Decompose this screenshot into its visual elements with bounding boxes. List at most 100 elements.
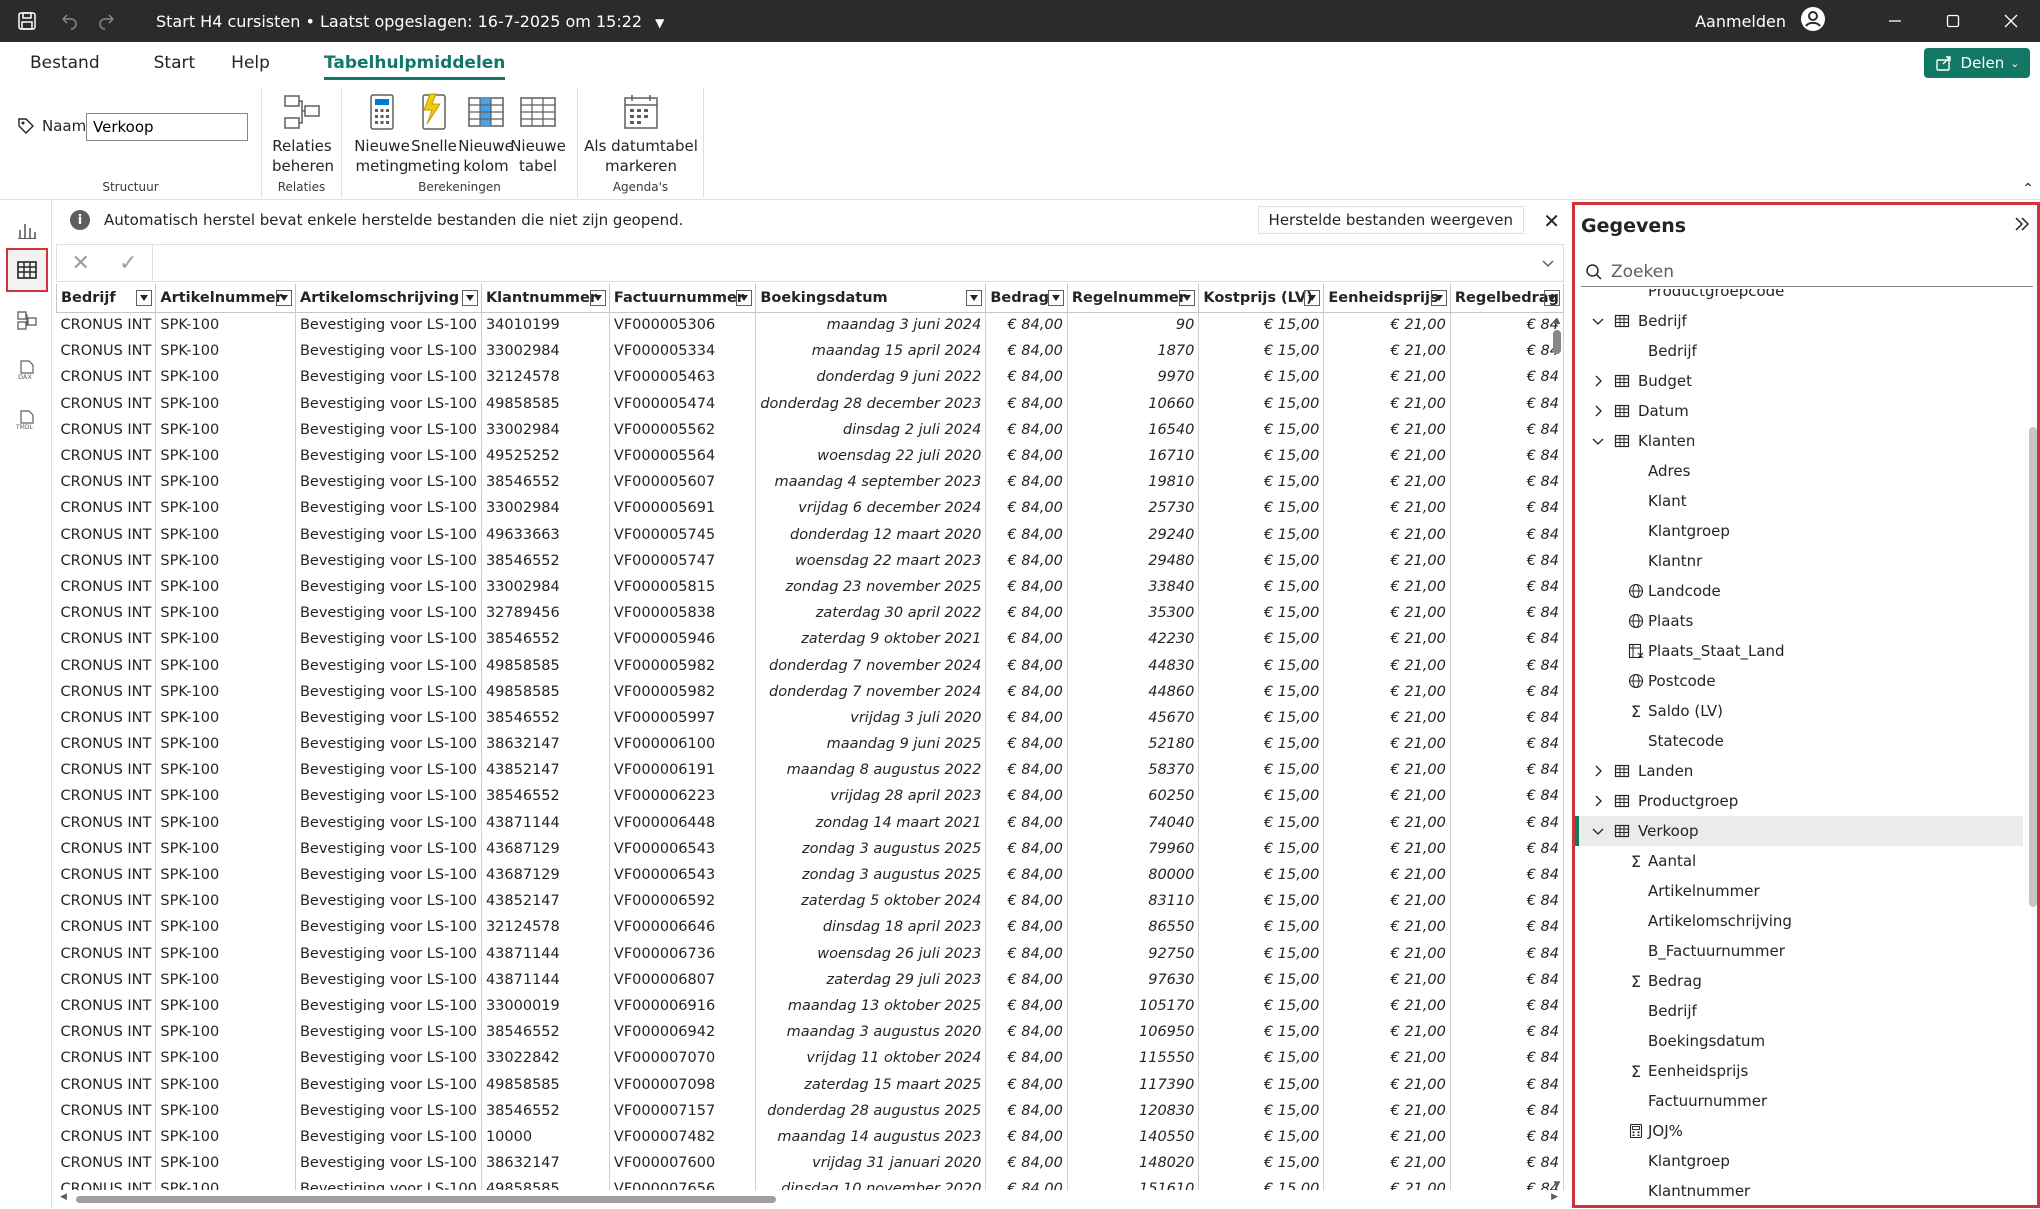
- table-cell[interactable]: CRONUS INT: [56, 416, 157, 443]
- table-cell[interactable]: € 84,00: [985, 888, 1068, 915]
- table-cell[interactable]: € 21,00: [1323, 1176, 1451, 1190]
- report-view-icon[interactable]: [6, 208, 48, 252]
- table-cell[interactable]: 16710: [1067, 442, 1200, 470]
- table-cell[interactable]: € 21,00: [1323, 1123, 1451, 1150]
- chevron-down-icon[interactable]: [1591, 314, 1605, 328]
- table-cell[interactable]: € 15,00: [1198, 914, 1325, 941]
- tree-field-item[interactable]: Productgroepcode: [1575, 289, 2023, 306]
- table-cell[interactable]: € 21,00: [1323, 888, 1451, 915]
- table-cell[interactable]: 106950: [1067, 1019, 1200, 1046]
- table-cell[interactable]: € 84: [1450, 312, 1564, 339]
- table-cell[interactable]: CRONUS INT: [56, 914, 157, 941]
- table-cell[interactable]: € 84,00: [985, 1071, 1068, 1098]
- table-cell[interactable]: CRONUS INT: [56, 888, 157, 915]
- table-cell[interactable]: € 84,00: [985, 757, 1068, 784]
- table-cell[interactable]: € 84,00: [985, 731, 1068, 758]
- table-cell[interactable]: SPK-100: [155, 1123, 296, 1150]
- table-cell[interactable]: € 21,00: [1323, 521, 1451, 548]
- table-cell[interactable]: maandag 3 augustus 2020: [755, 1019, 987, 1046]
- table-cell[interactable]: 38632147: [481, 731, 610, 758]
- tree-field-item[interactable]: Statecode: [1575, 726, 2023, 756]
- table-cell[interactable]: 38546552: [481, 1019, 610, 1046]
- table-cell[interactable]: € 15,00: [1198, 783, 1325, 810]
- table-cell[interactable]: € 84,00: [985, 1019, 1068, 1046]
- table-cell[interactable]: donderdag 9 juni 2022: [755, 364, 987, 391]
- table-cell[interactable]: 49633663: [481, 521, 610, 548]
- tree-table-item[interactable]: Landen: [1575, 756, 2023, 786]
- table-row[interactable]: CRONUS INT SPK-100 Bevestiging voor LS-100…: [56, 521, 1564, 548]
- table-cell[interactable]: € 15,00: [1198, 966, 1325, 993]
- table-cell[interactable]: CRONUS INT: [56, 861, 157, 889]
- table-cell[interactable]: € 15,00: [1198, 652, 1325, 679]
- chevron-down-icon[interactable]: [1591, 824, 1605, 838]
- table-cell[interactable]: 9970: [1067, 364, 1200, 391]
- table-cell[interactable]: € 21,00: [1323, 442, 1451, 470]
- table-row[interactable]: CRONUS INT SPK-100 Bevestiging voor LS-100…: [56, 1019, 1564, 1046]
- table-cell[interactable]: VF000007482: [609, 1123, 757, 1150]
- table-cell[interactable]: 105170: [1067, 992, 1200, 1020]
- redo-icon[interactable]: [94, 8, 120, 34]
- table-cell[interactable]: € 84: [1450, 442, 1564, 470]
- table-cell[interactable]: CRONUS INT: [56, 678, 157, 705]
- table-cell[interactable]: Bevestiging voor LS-100: [295, 1176, 482, 1190]
- new-measure-button[interactable]: Nieuwe meting: [354, 92, 410, 176]
- filter-dropdown-icon[interactable]: [1544, 290, 1560, 306]
- filter-dropdown-icon[interactable]: [461, 290, 478, 306]
- table-cell[interactable]: 83110: [1067, 888, 1200, 915]
- tree-field-item[interactable]: Klantgroep: [1575, 516, 2023, 546]
- table-cell[interactable]: € 15,00: [1198, 888, 1325, 915]
- table-cell[interactable]: € 15,00: [1198, 469, 1325, 496]
- tree-field-item[interactable]: Bedrijf: [1575, 336, 2023, 366]
- table-cell[interactable]: € 21,00: [1323, 783, 1451, 810]
- table-row[interactable]: CRONUS INT SPK-100 Bevestiging voor LS-100…: [56, 1045, 1564, 1072]
- table-cell[interactable]: VF000005982: [609, 652, 757, 679]
- table-cell[interactable]: € 15,00: [1198, 1071, 1325, 1098]
- table-cell[interactable]: € 84: [1450, 600, 1564, 627]
- table-cell[interactable]: € 21,00: [1323, 835, 1451, 862]
- table-cell[interactable]: CRONUS INT: [56, 442, 157, 470]
- table-cell[interactable]: 49858585: [481, 390, 610, 417]
- table-cell[interactable]: € 21,00: [1323, 861, 1451, 889]
- table-cell[interactable]: 38632147: [481, 1150, 610, 1177]
- table-cell[interactable]: CRONUS INT: [56, 547, 157, 574]
- table-cell[interactable]: SPK-100: [155, 600, 296, 627]
- chevron-down-icon[interactable]: [1591, 434, 1605, 448]
- table-cell[interactable]: Bevestiging voor LS-100: [295, 888, 482, 915]
- table-cell[interactable]: 44830: [1067, 652, 1200, 679]
- table-cell[interactable]: 43687129: [481, 835, 610, 862]
- table-cell[interactable]: zaterdag 9 oktober 2021: [755, 626, 987, 653]
- table-cell[interactable]: € 84: [1450, 390, 1564, 417]
- table-cell[interactable]: 43871144: [481, 809, 610, 836]
- table-cell[interactable]: 49858585: [481, 1071, 610, 1098]
- table-cell[interactable]: € 84: [1450, 783, 1564, 810]
- table-cell[interactable]: € 15,00: [1198, 442, 1325, 470]
- table-cell[interactable]: € 84,00: [985, 469, 1068, 496]
- table-cell[interactable]: vrijdag 28 april 2023: [755, 783, 987, 810]
- column-header[interactable]: Regelbedrag: [1449, 284, 1564, 313]
- table-cell[interactable]: SPK-100: [155, 861, 296, 889]
- table-cell[interactable]: € 21,00: [1323, 1019, 1451, 1046]
- data-search[interactable]: Zoeken: [1581, 257, 2033, 287]
- table-cell[interactable]: zondag 23 november 2025: [755, 573, 987, 601]
- table-cell[interactable]: € 84: [1450, 1097, 1564, 1124]
- cancel-formula-icon[interactable]: ✕: [72, 251, 90, 276]
- table-cell[interactable]: € 84: [1450, 1123, 1564, 1150]
- table-cell[interactable]: dinsdag 10 november 2020: [755, 1176, 987, 1190]
- table-cell[interactable]: € 84,00: [985, 1123, 1068, 1150]
- document-title[interactable]: Start H4 cursisten • Laatst opgeslagen: …: [156, 12, 664, 31]
- table-cell[interactable]: SPK-100: [155, 573, 296, 601]
- filter-dropdown-icon[interactable]: [1430, 290, 1447, 306]
- table-cell[interactable]: 1870: [1067, 338, 1200, 365]
- table-cell[interactable]: € 84,00: [985, 809, 1068, 836]
- table-cell[interactable]: € 84: [1450, 416, 1564, 443]
- table-cell[interactable]: Bevestiging voor LS-100: [295, 783, 482, 810]
- table-cell[interactable]: VF000006916: [609, 992, 757, 1020]
- table-cell[interactable]: maandag 3 juni 2024: [755, 312, 987, 339]
- table-cell[interactable]: CRONUS INT: [56, 573, 157, 601]
- table-cell[interactable]: Bevestiging voor LS-100: [295, 547, 482, 574]
- table-cell[interactable]: CRONUS INT: [56, 652, 157, 679]
- table-cell[interactable]: VF000006942: [609, 1019, 757, 1046]
- table-row[interactable]: CRONUS INT SPK-100 Bevestiging voor LS-100…: [56, 861, 1564, 889]
- table-cell[interactable]: VF000007070: [609, 1045, 757, 1072]
- table-cell[interactable]: € 21,00: [1323, 1097, 1451, 1124]
